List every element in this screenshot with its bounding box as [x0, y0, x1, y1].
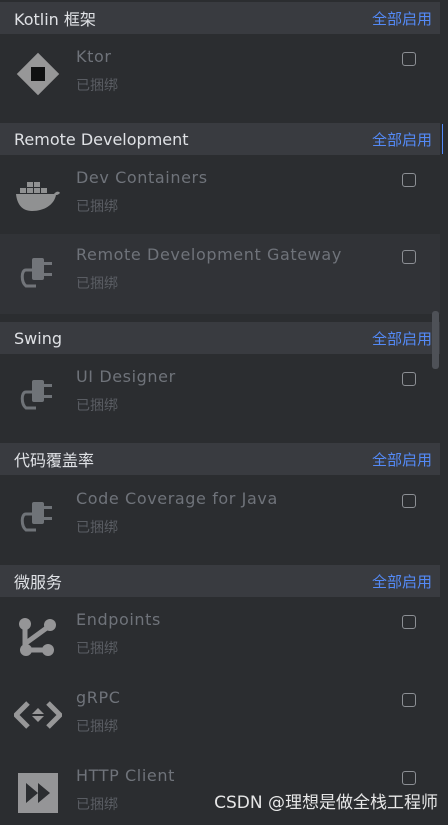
- ktor-icon: [14, 50, 62, 98]
- enable-all-link[interactable]: 全部启用: [372, 328, 432, 349]
- section-title: Kotlin 框架: [14, 10, 96, 29]
- plugin-name: Remote Development Gateway: [76, 245, 342, 264]
- plug-icon: [14, 248, 62, 296]
- plugin-ktor[interactable]: Ktor 已捆绑: [0, 36, 440, 120]
- section-title: 代码覆盖率: [14, 451, 95, 470]
- plug-icon: [14, 492, 62, 540]
- enable-all-link[interactable]: 全部启用: [372, 449, 432, 470]
- plugin-enable-checkbox[interactable]: [402, 372, 416, 386]
- plugin-status: 已捆绑: [76, 199, 118, 215]
- section-title: Remote Development: [14, 129, 189, 149]
- section-header-remote-development: Remote Development 全部启用: [0, 123, 440, 155]
- section-title: 微服务: [14, 573, 63, 592]
- plugin-name: Code Coverage for Java: [76, 489, 278, 508]
- plugin-status: 已捆绑: [76, 276, 118, 292]
- plugin-grpc[interactable]: gRPC 已捆绑: [0, 677, 440, 755]
- plugin-status: 已捆绑: [76, 78, 118, 94]
- plugin-enable-checkbox[interactable]: [402, 173, 416, 187]
- section-header-code-coverage: 代码覆盖率 全部启用: [0, 443, 440, 475]
- plugin-status: 已捆绑: [76, 719, 118, 735]
- section-header-swing: Swing 全部启用: [0, 322, 440, 354]
- plugin-enable-checkbox[interactable]: [402, 250, 416, 264]
- plugin-enable-checkbox[interactable]: [402, 494, 416, 508]
- plugin-dev-containers[interactable]: Dev Containers 已捆绑: [0, 157, 440, 233]
- watermark: CSDN @理想是做全栈工程师: [214, 793, 438, 813]
- plugin-name: Ktor: [76, 47, 112, 66]
- plugin-status: 已捆绑: [76, 797, 118, 813]
- plugin-status: 已捆绑: [76, 520, 118, 536]
- plugin-code-coverage-java[interactable]: Code Coverage for Java 已捆绑: [0, 478, 440, 562]
- http-client-icon: [14, 769, 62, 817]
- plugin-name: Dev Containers: [76, 168, 208, 187]
- plugin-ui-designer[interactable]: UI Designer 已捆绑: [0, 356, 440, 440]
- plugin-name: Endpoints: [76, 610, 161, 629]
- plugin-name: UI Designer: [76, 367, 176, 386]
- plugin-list: Kotlin 框架 全部启用 Ktor 已捆绑 Remote Developme…: [0, 0, 448, 825]
- enable-all-link[interactable]: 全部启用: [372, 571, 432, 592]
- plugin-enable-checkbox[interactable]: [402, 693, 416, 707]
- plugin-status: 已捆绑: [76, 641, 118, 657]
- vertical-scrollbar[interactable]: [432, 311, 439, 369]
- plugin-enable-checkbox[interactable]: [402, 52, 416, 66]
- plugin-endpoints[interactable]: Endpoints 已捆绑: [0, 599, 440, 677]
- enable-all-link[interactable]: 全部启用: [372, 129, 432, 150]
- plugin-name: gRPC: [76, 688, 121, 707]
- section-header-kotlin: Kotlin 框架 全部启用: [0, 2, 440, 34]
- enable-all-link[interactable]: 全部启用: [372, 8, 432, 29]
- plugin-enable-checkbox[interactable]: [402, 771, 416, 785]
- plug-icon: [14, 370, 62, 418]
- plugin-name: HTTP Client: [76, 766, 175, 785]
- endpoints-icon: [14, 613, 62, 661]
- grpc-icon: [12, 691, 64, 739]
- panel-edge-indicator: [442, 124, 448, 154]
- plugin-remote-development-gateway[interactable]: Remote Development Gateway 已捆绑: [0, 234, 440, 314]
- section-header-microservices: 微服务 全部启用: [0, 565, 440, 597]
- docker-icon: [14, 171, 62, 219]
- section-title: Swing: [14, 328, 62, 348]
- plugin-enable-checkbox[interactable]: [402, 615, 416, 629]
- plugin-status: 已捆绑: [76, 398, 118, 414]
